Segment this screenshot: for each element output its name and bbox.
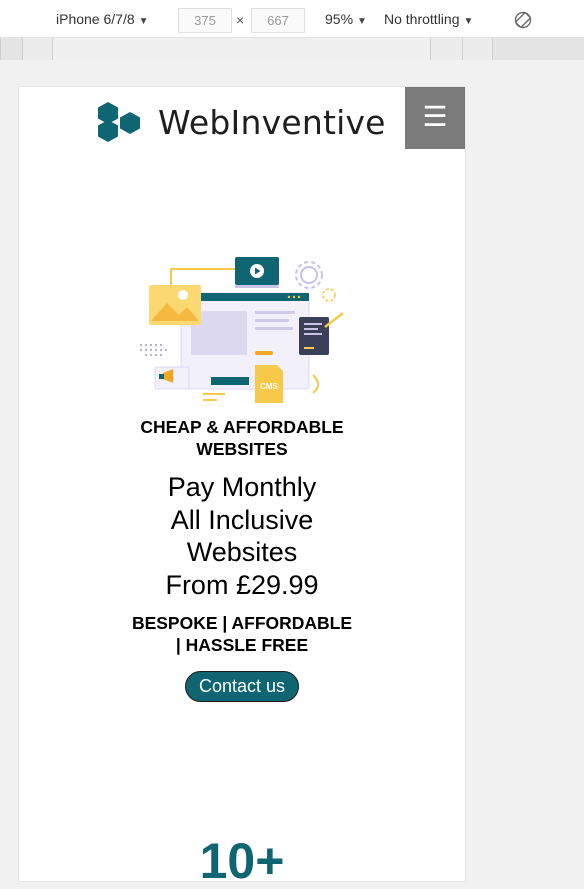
chevron-down-icon: ▼ (357, 16, 367, 27)
zoom-value: 95% (325, 11, 354, 27)
web-design-illustration: CMS (140, 257, 344, 403)
hero-title-line: All Inclusive (170, 504, 314, 535)
media-query-ruler (0, 38, 584, 60)
cms-badge: CMS (260, 382, 278, 391)
gear-icon (295, 261, 323, 289)
hero-subtitle-line: CHEAP & AFFORDABLE (140, 417, 344, 437)
device-name: iPhone 6/7/8 (56, 11, 135, 27)
devtools-device-toolbar: iPhone 6/7/8 ▼ 375 × 667 95% ▼ No throttli… (0, 0, 584, 38)
ruler-segment[interactable] (22, 38, 52, 60)
brand-logo[interactable]: WebInventive (96, 101, 386, 143)
zoom-select[interactable]: 95% ▼ (325, 11, 367, 27)
throttling-value: No throttling (384, 11, 460, 27)
hero-subtitle: CHEAP & AFFORDABLE WEBSITES (19, 416, 465, 460)
hero-tagline-line: | HASSLE FREE (175, 635, 309, 655)
width-input[interactable]: 375 (178, 8, 232, 33)
rotate-icon[interactable] (513, 10, 533, 30)
device-select[interactable]: iPhone 6/7/8 ▼ (56, 11, 149, 27)
ruler-segment[interactable] (0, 38, 22, 60)
height-input[interactable]: 667 (251, 8, 305, 33)
hero-title: Pay Monthly All Inclusive Websites From … (19, 471, 465, 601)
ruler-segment[interactable] (492, 38, 584, 60)
hero-title-line: Websites (186, 537, 298, 567)
hero-title-line: Pay Monthly (167, 472, 317, 502)
chevron-down-icon: ▼ (463, 16, 474, 27)
hero-tagline-line: BESPOKE | AFFORDABLE (131, 613, 353, 633)
dimension-separator: × (236, 12, 245, 28)
hexagon-logo-icon (98, 102, 140, 142)
hamburger-menu-button[interactable]: ☰ (405, 87, 465, 149)
ruler-segment[interactable] (462, 38, 492, 60)
contact-us-button[interactable]: Contact us (185, 671, 299, 702)
hamburger-menu-icon: ☰ (422, 101, 448, 132)
throttling-select[interactable]: No throttling ▼ (384, 11, 473, 27)
ruler-segment[interactable] (52, 38, 430, 60)
hero-price-line: From £29.99 (165, 569, 319, 600)
ruler-segment[interactable] (430, 38, 462, 60)
brand-name: WebInventive (158, 102, 386, 142)
stat-number: 10+ (199, 833, 285, 881)
site-header: WebInventive ☰ (19, 87, 465, 149)
chevron-down-icon: ▼ (138, 16, 149, 27)
hero-tagline: BESPOKE | AFFORDABLE | HASSLE FREE (19, 612, 465, 656)
device-viewport: WebInventive ☰ CMS CHEAP & AFFORDABLE WE… (19, 87, 465, 881)
hero-subtitle-line: WEBSITES (196, 439, 288, 459)
